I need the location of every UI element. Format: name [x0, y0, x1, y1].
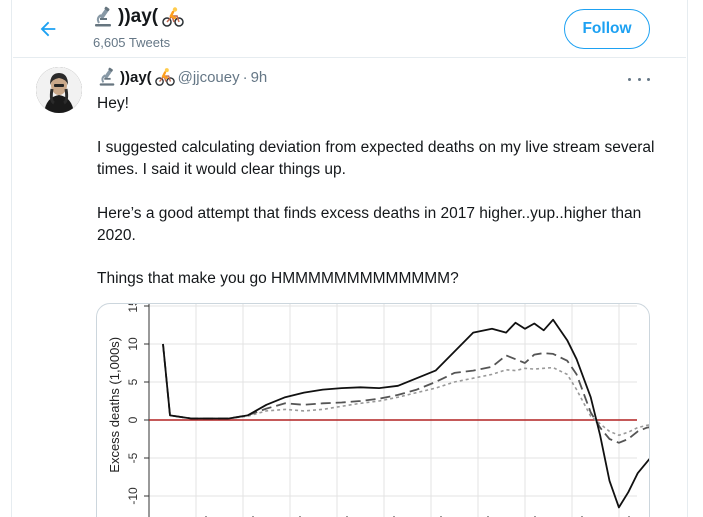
tweet-count: 6,605 Tweets [93, 35, 171, 50]
excess-deaths-chart: -10 -5 0 5 10 15 Excess deaths (1,000s) [107, 304, 649, 517]
tweet-header: ))ay( @jjcouey · 9h [97, 67, 267, 87]
tweet-timestamp[interactable]: 9h [251, 69, 268, 86]
y-tick-label: 15 [126, 304, 140, 313]
back-button[interactable] [33, 14, 63, 44]
tweet-author-handle[interactable]: @jjcouey [178, 69, 240, 86]
profile-name: ))ay( [92, 6, 184, 28]
y-tick-label: 5 [126, 378, 140, 385]
tweet-media-chart[interactable]: -10 -5 0 5 10 15 Excess deaths (1,000s) [96, 303, 650, 517]
cyclist-emoji-icon [154, 67, 175, 87]
avatar[interactable] [36, 67, 82, 113]
cyclist-emoji-icon [162, 6, 184, 28]
tweet-paragraph: Hey! [97, 95, 129, 112]
tweet-paragraph: Here’s a good attempt that finds excess … [97, 205, 642, 244]
follow-button[interactable]: Follow [564, 9, 650, 49]
y-axis-label: Excess deaths (1,000s) [107, 337, 122, 473]
y-tick-label: -5 [126, 452, 140, 463]
tweet-paragraph: Things that make you go HMMMMMMMMMMMMM? [97, 270, 459, 287]
y-tick-label: 0 [126, 416, 140, 423]
timeline-left-border [0, 0, 12, 517]
microscope-emoji-icon [97, 67, 117, 87]
timeline-right-border [687, 0, 703, 517]
profile-name-text: ))ay( [118, 6, 159, 27]
back-arrow-icon[interactable] [37, 18, 59, 40]
separator-dot: · [242, 68, 248, 86]
profile-header: ))ay( 6,605 Tweets Follow [13, 0, 686, 58]
more-dots-icon[interactable] [628, 72, 650, 86]
y-tick-label: 10 [126, 337, 140, 351]
tweet-author-name[interactable]: ))ay( [120, 69, 152, 86]
y-tick-label: -10 [126, 487, 140, 505]
tweet-paragraph: I suggested calculating deviation from e… [97, 139, 655, 178]
microscope-emoji-icon [92, 6, 114, 28]
